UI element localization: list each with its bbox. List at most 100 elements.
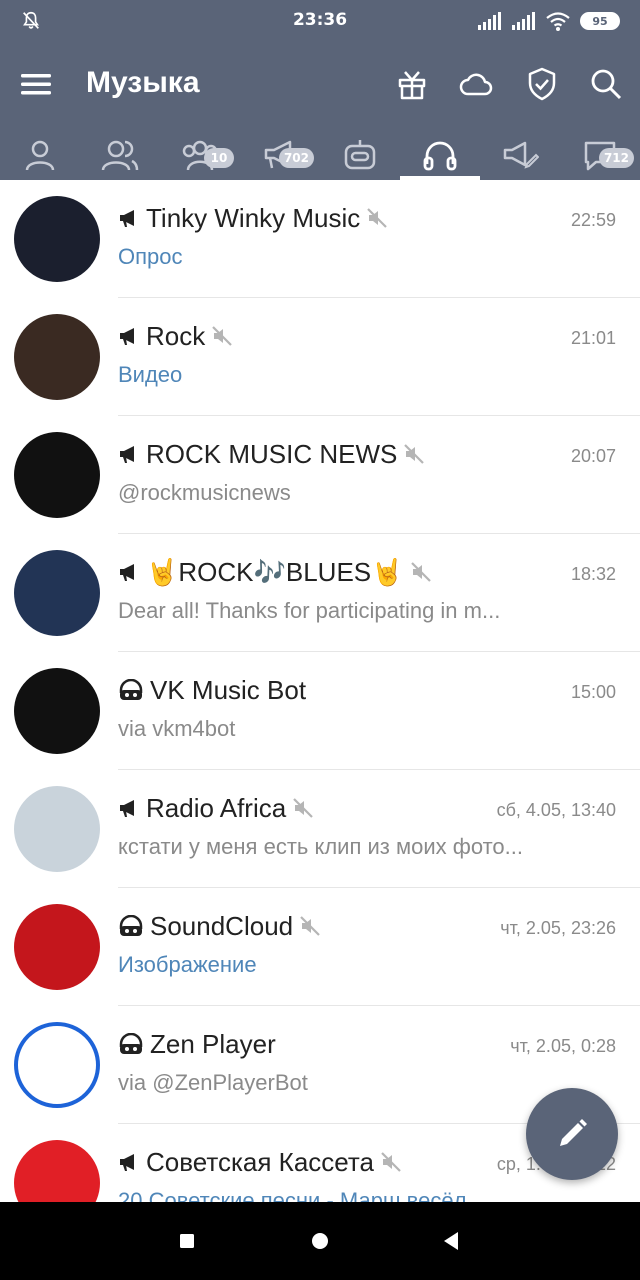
headphones-icon	[423, 141, 457, 171]
cloud-icon[interactable]	[458, 66, 494, 102]
tab-badge: 712	[598, 148, 634, 168]
chat-preview: via @ZenPlayerBot	[118, 1070, 308, 1095]
tab-music[interactable]	[400, 134, 480, 180]
channel-icon	[120, 1154, 134, 1171]
tab-groups[interactable]: 10	[160, 134, 240, 180]
app-bar: Музыка 10 702 712	[0, 40, 640, 180]
tab-badge: 702	[278, 148, 314, 168]
muted-icon	[212, 326, 233, 346]
tab-admin-channels[interactable]	[480, 134, 560, 180]
bot-icon	[119, 915, 143, 936]
chat-name: 🤘ROCK🎶BLUES🤘	[146, 556, 404, 587]
signal-icon	[478, 12, 501, 30]
chat-row[interactable]: VK Music Bot 15:00 via vkm4bot	[0, 652, 640, 770]
muted-icon	[367, 208, 388, 228]
muted-icon	[293, 798, 313, 818]
shield-check-icon[interactable]	[524, 66, 560, 102]
chat-time: 21:01	[570, 328, 616, 348]
chat-name: Zen Player	[150, 1028, 276, 1059]
user-icon	[25, 140, 55, 171]
chat-time: 22:59	[570, 210, 616, 230]
chat-title-line: VK Music Bot	[118, 672, 306, 708]
tab-bots[interactable]	[320, 134, 400, 180]
channel-icon	[120, 564, 134, 581]
bot-icon	[119, 679, 143, 700]
chat-preview: Видео	[118, 362, 183, 387]
tab-channels[interactable]: 702	[240, 134, 320, 180]
chat-time: 15:00	[570, 682, 616, 702]
compose-button[interactable]	[526, 1088, 618, 1180]
chat-row[interactable]: Tinky Winky Music 22:59 Опрос	[0, 180, 640, 298]
avatar	[14, 314, 100, 400]
chat-name: Rock	[146, 320, 206, 351]
chat-name: Советская Кассета	[146, 1146, 374, 1177]
chat-title-line: Radio Africa	[118, 790, 314, 826]
wifi-icon	[546, 12, 570, 31]
chat-preview: Опрос	[118, 244, 183, 269]
chat-title-line: ROCK MUSIC NEWS	[118, 436, 425, 472]
channel-icon	[120, 210, 134, 227]
chat-preview: кстати у меня есть клип из моих фото...	[118, 834, 523, 859]
chat-preview: Изображение	[118, 952, 257, 977]
avatar	[14, 786, 100, 872]
tab-badge: 10	[204, 148, 234, 168]
muted-icon	[381, 1152, 401, 1172]
page-title: Музыка	[86, 66, 200, 99]
chat-name: Radio Africa	[146, 792, 287, 823]
system-nav-bar	[0, 1202, 640, 1280]
chat-time: 18:32	[570, 564, 616, 584]
chat-time: сб, 4.05, 13:40	[496, 800, 616, 820]
avatar	[14, 550, 100, 636]
avatar	[14, 904, 100, 990]
tab-contacts[interactable]	[80, 134, 160, 180]
chat-time: 20:07	[570, 446, 616, 466]
battery-icon: 95	[580, 12, 620, 30]
tab-personal[interactable]	[0, 134, 80, 180]
muted-icon	[300, 916, 320, 936]
status-bar: 23:36 95	[0, 0, 640, 40]
chat-title-line: 🤘ROCK🎶BLUES🤘	[118, 554, 432, 590]
chat-name: VK Music Bot	[150, 674, 307, 705]
megaphone-edit-icon	[503, 141, 539, 169]
search-icon[interactable]	[588, 66, 624, 102]
chat-name: ROCK MUSIC NEWS	[146, 438, 398, 469]
bot-icon	[119, 1033, 143, 1054]
signal-icon	[512, 12, 535, 30]
chat-list: Tinky Winky Music 22:59 Опрос Rock 21:01 Виде…	[0, 180, 640, 1202]
bot-icon	[344, 140, 376, 170]
avatar	[14, 196, 100, 282]
folder-tabs: 10 702 712	[0, 134, 640, 180]
chat-title-line: Tinky Winky Music	[118, 200, 388, 236]
chat-row[interactable]: Radio Africa сб, 4.05, 13:40 кстати у меня…	[0, 770, 640, 888]
avatar	[14, 432, 100, 518]
avatar	[14, 1140, 100, 1202]
chat-row[interactable]: SoundCloud чт, 2.05, 23:26 Изображение	[0, 888, 640, 1006]
back-icon[interactable]	[436, 1226, 466, 1256]
chat-name: Tinky Winky Music	[146, 202, 361, 233]
channel-icon	[120, 800, 134, 817]
chat-title-line: Rock	[118, 318, 233, 354]
avatar	[14, 1022, 100, 1108]
avatar	[14, 668, 100, 754]
recent-apps-icon[interactable]	[172, 1226, 202, 1256]
chat-name: SoundCloud	[150, 910, 294, 941]
gift-icon[interactable]	[394, 66, 430, 102]
chat-row[interactable]: Rock 21:01 Видео	[0, 298, 640, 416]
pencil-icon	[560, 1119, 587, 1146]
chat-preview: via vkm4bot	[118, 716, 236, 741]
chat-title-line: Советская Кассета	[118, 1144, 402, 1180]
home-icon[interactable]	[305, 1226, 335, 1256]
chat-title-line: SoundCloud	[118, 908, 321, 944]
chat-preview: Dear all! Thanks for participating in m.…	[118, 598, 501, 623]
chat-preview: 20 Советские песни - Марш весёл...	[118, 1188, 485, 1202]
chat-row[interactable]: ROCK MUSIC NEWS 20:07 @rockmusicnews	[0, 416, 640, 534]
chat-row[interactable]: 🤘ROCK🎶BLUES🤘 18:32 Dear all! Thanks for pa…	[0, 534, 640, 652]
tab-all-chats[interactable]: 712	[560, 134, 640, 180]
chat-title-line: Zen Player	[118, 1026, 276, 1062]
menu-icon[interactable]	[18, 66, 54, 102]
chat-time: чт, 2.05, 23:26	[500, 918, 616, 938]
chat-preview: @rockmusicnews	[118, 480, 291, 505]
muted-icon	[410, 562, 431, 582]
users-icon	[101, 140, 139, 171]
muted-icon	[404, 444, 425, 464]
